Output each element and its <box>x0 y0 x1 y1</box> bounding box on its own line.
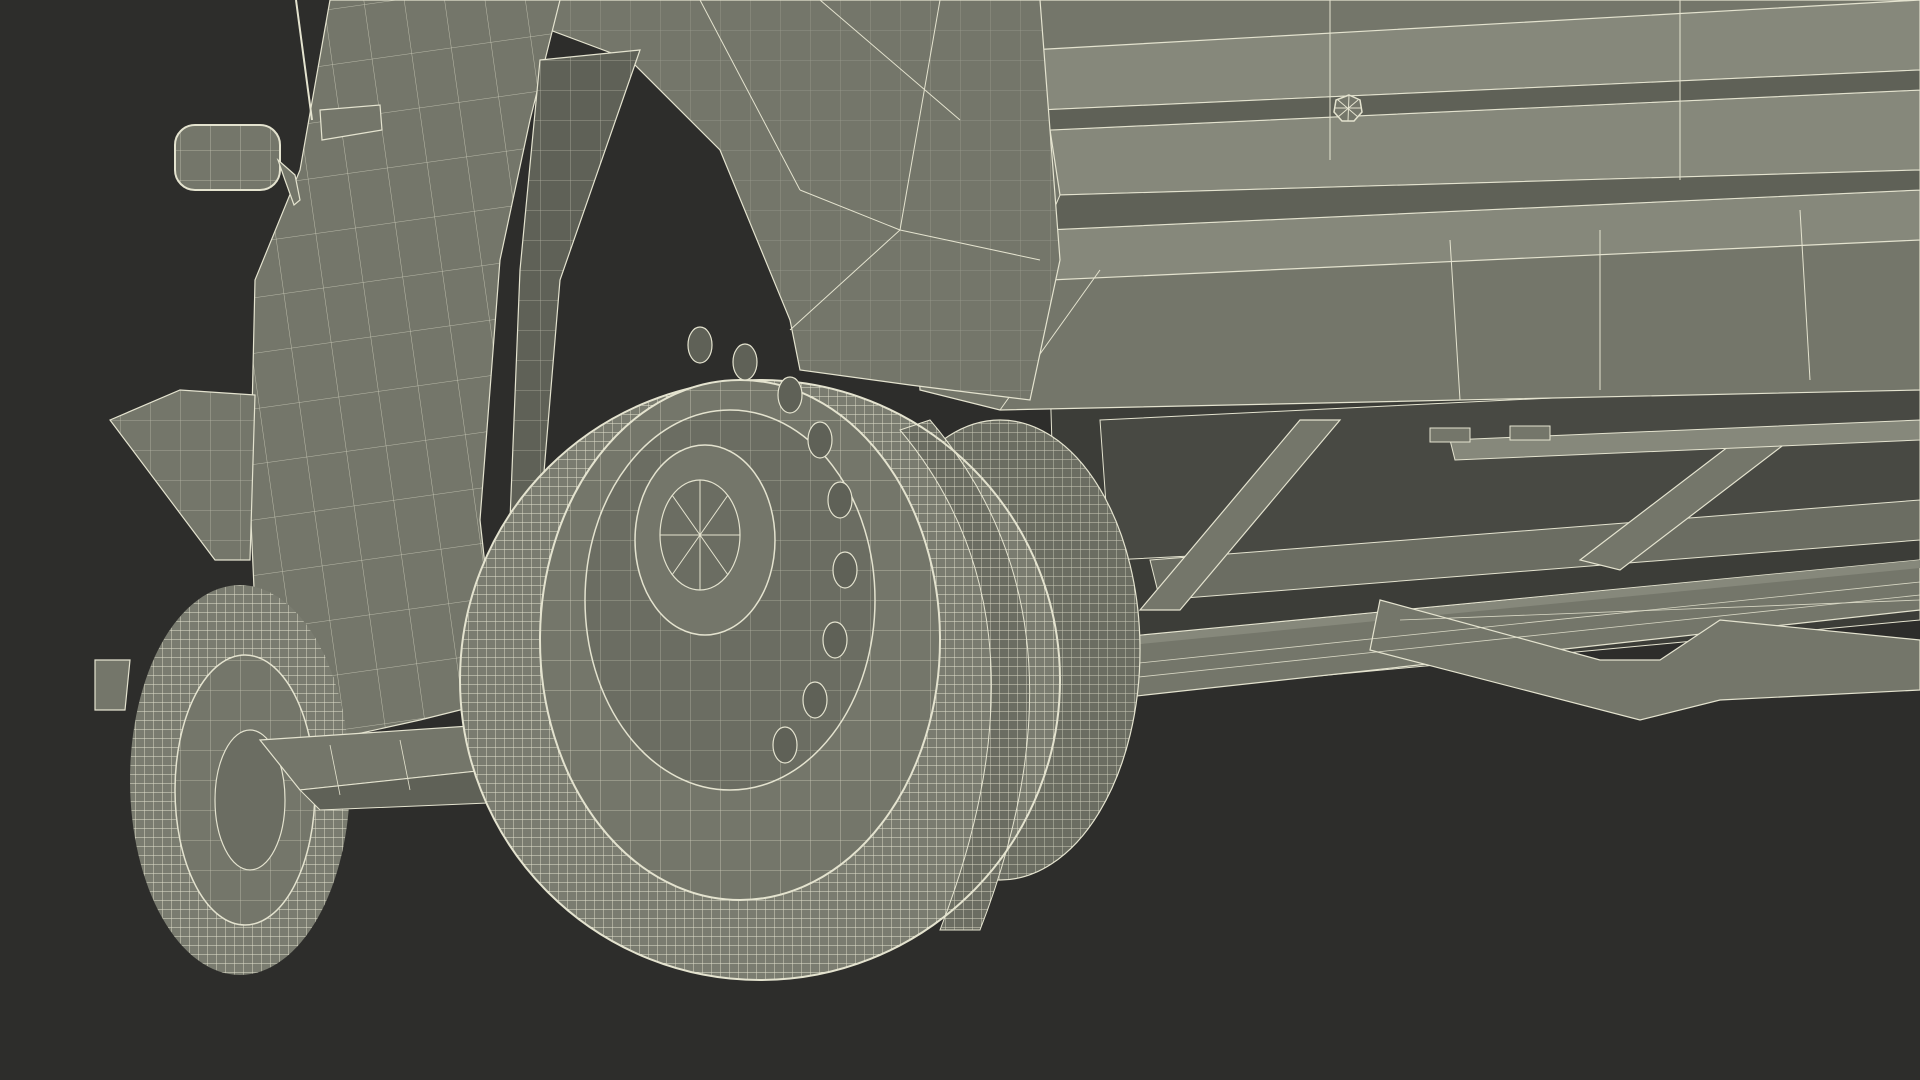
wireframe-render-viewport <box>0 0 1920 1080</box>
wheel-rim <box>539 379 941 901</box>
wireframe-render <box>94 0 1920 981</box>
bumper-emblem-icon <box>1333 94 1363 122</box>
side-mirror <box>174 124 301 207</box>
